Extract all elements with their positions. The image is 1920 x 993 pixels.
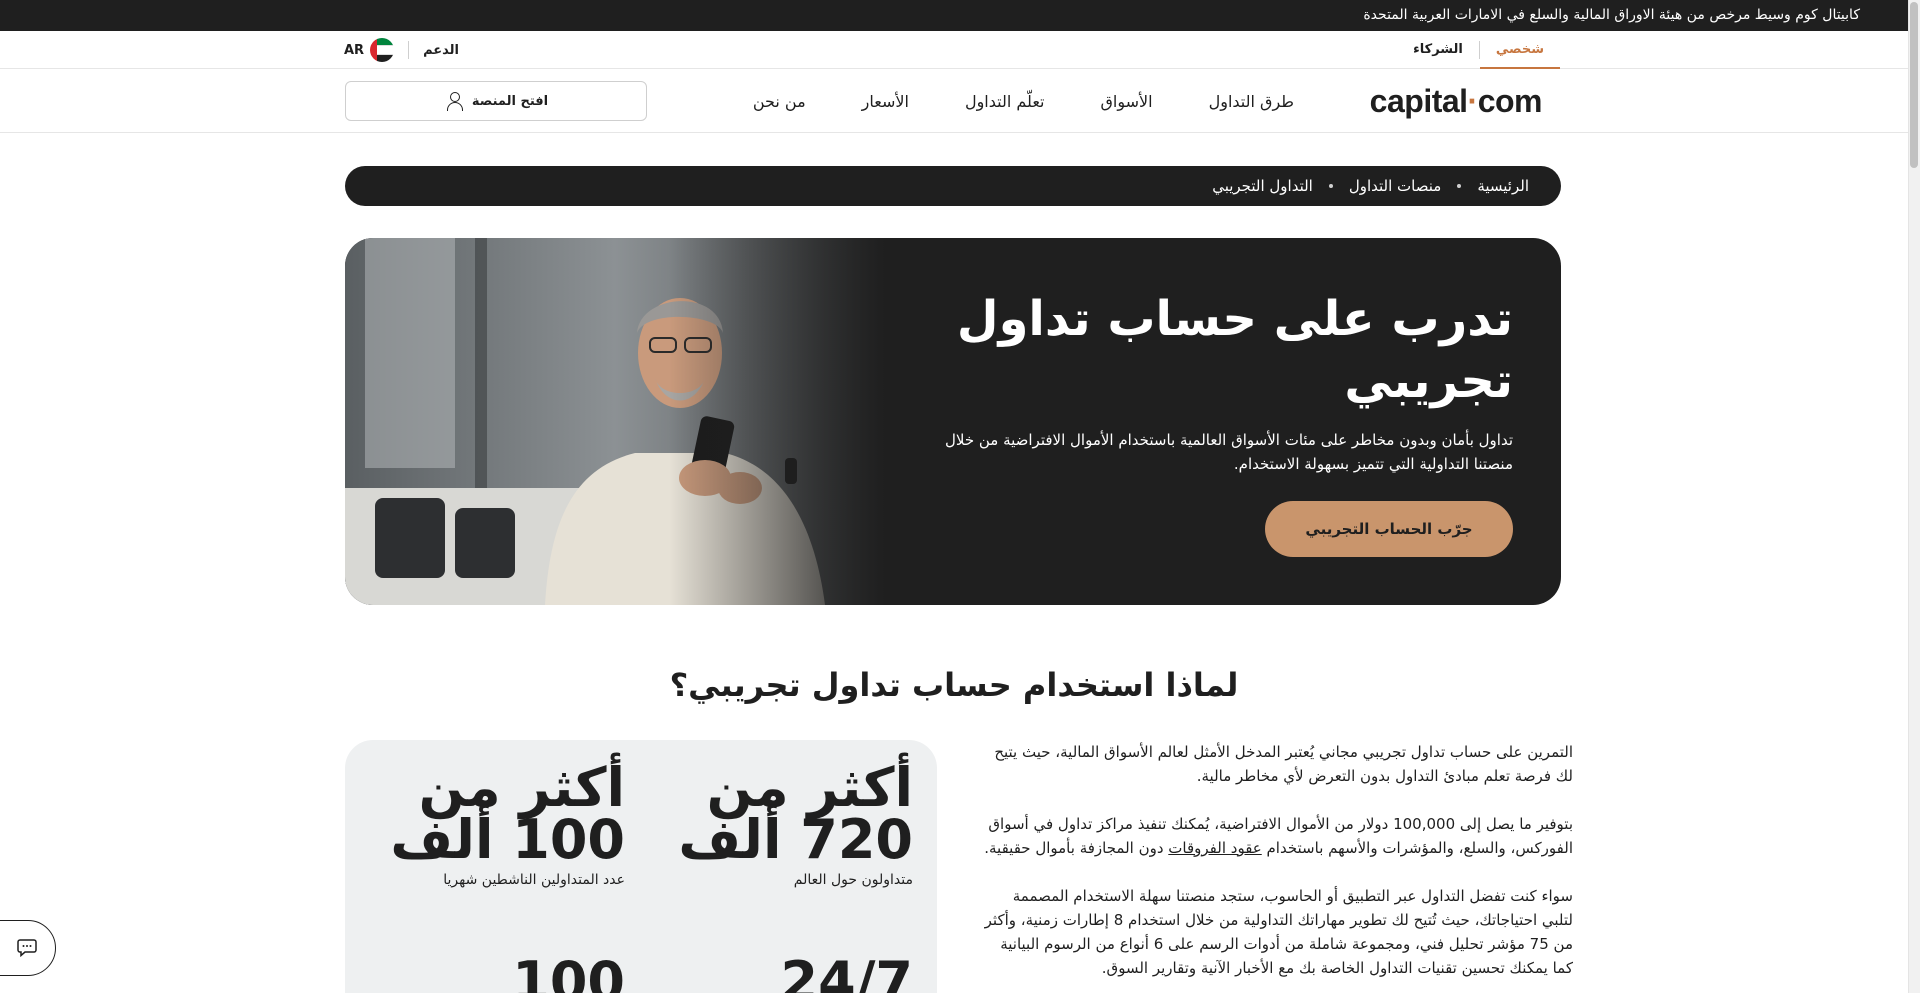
hero-image (345, 238, 885, 605)
main-header: capital·com طرق التداول الأسواق تعلّم ال… (0, 69, 1908, 133)
stat-label: عدد المتداولين الناشطين شهريا (443, 872, 625, 888)
stat-traders-worldwide: أكثر من 720 ألف متداولون حول العالم (673, 756, 913, 889)
menu-item-prices[interactable]: الأسعار (834, 92, 937, 111)
try-demo-label: جرّب الحساب التجريبي (1305, 520, 1473, 538)
breadcrumb: الرئيسية منصات التداول التداول التجريبي (345, 166, 1561, 206)
audience-switcher: شخصي الشركاء (1397, 31, 1561, 69)
scrollbar-thumb[interactable] (1910, 2, 1918, 168)
breadcrumb-platforms[interactable]: منصات التداول (1349, 177, 1441, 195)
why-paragraph: التمرين على حساب تداول تجريبي مجاني يُعت… (994, 743, 1573, 785)
stat-label: متداولون حول العالم (793, 872, 913, 888)
stat-value: أكثر من 100 ألف (390, 756, 625, 871)
section-title: لماذا استخدام حساب تداول تجريبي؟ (669, 666, 1239, 704)
stats-card: أكثر من 720 ألف متداولون حول العالم أكثر… (345, 740, 937, 993)
stat-extra: 100 (385, 950, 625, 993)
page-scrollbar[interactable] (1908, 0, 1920, 993)
language-selector[interactable]: AR (344, 38, 395, 62)
chat-button[interactable] (0, 920, 56, 976)
hero-title: تدرب على حساب تداول تجريبي (956, 291, 1513, 409)
hero-subtitle: تداول بأمان وبدون مخاطر على مئات الأسواق… (944, 431, 1513, 473)
stat-value: أكثر من 720 ألف (678, 756, 913, 871)
breadcrumb-separator (1457, 184, 1462, 188)
why-paragraph: سواء كنت تفضل التداول عبر التطبيق أو الح… (984, 887, 1573, 977)
user-icon (444, 91, 464, 111)
tab-partners[interactable]: الشركاء (1397, 31, 1479, 69)
main-menu: طرق التداول الأسواق تعلّم التداول الأسعا… (725, 69, 1322, 133)
why-description: التمرين على حساب تداول تجريبي مجاني يُعت… (981, 740, 1573, 993)
support-link[interactable]: الدعم (423, 43, 459, 58)
top-banner: كابيتال كوم وسيط مرخص من هيئة الاوراق ال… (0, 0, 1908, 31)
uae-flag-icon (370, 38, 395, 62)
hero-banner: تدرب على حساب تداول تجريبي تداول بأمان و… (345, 238, 1561, 605)
breadcrumb-demo: التداول التجريبي (1212, 177, 1313, 195)
breadcrumb-separator (1328, 184, 1333, 188)
stat-value: 100 (512, 950, 625, 993)
divider (408, 41, 410, 59)
banner-text: كابيتال كوم وسيط مرخص من هيئة الاوراق ال… (1363, 7, 1860, 23)
chat-icon (17, 939, 37, 957)
language-label: AR (344, 42, 365, 58)
menu-item-about[interactable]: من نحن (725, 92, 834, 111)
secondary-nav: شخصي الشركاء AR الدعم (0, 31, 1908, 69)
tab-personal[interactable]: شخصي (1479, 31, 1561, 69)
capital-com-logo[interactable]: capital·com (1370, 83, 1543, 120)
why-paragraph: بتوفير ما يصل إلى 100,000 دولار من الأمو… (984, 815, 1573, 857)
menu-item-markets[interactable]: الأسواق (1072, 92, 1180, 111)
stat-monthly-active: أكثر من 100 ألف عدد المتداولين الناشطين … (385, 756, 625, 889)
stat-support-hours: 24/7 (673, 950, 913, 993)
breadcrumb-home[interactable]: الرئيسية (1477, 177, 1529, 195)
open-platform-label: افتح المنصة (471, 93, 549, 109)
utility-tools: AR الدعم (344, 31, 459, 69)
cfd-link[interactable]: عقود الفروقات (1168, 839, 1261, 857)
stat-value: 24/7 (780, 950, 913, 993)
menu-item-learn[interactable]: تعلّم التداول (937, 92, 1073, 111)
try-demo-button[interactable]: جرّب الحساب التجريبي (1265, 501, 1513, 557)
menu-item-ways-to-trade[interactable]: طرق التداول (1181, 92, 1322, 111)
open-platform-button[interactable]: افتح المنصة (345, 81, 647, 121)
